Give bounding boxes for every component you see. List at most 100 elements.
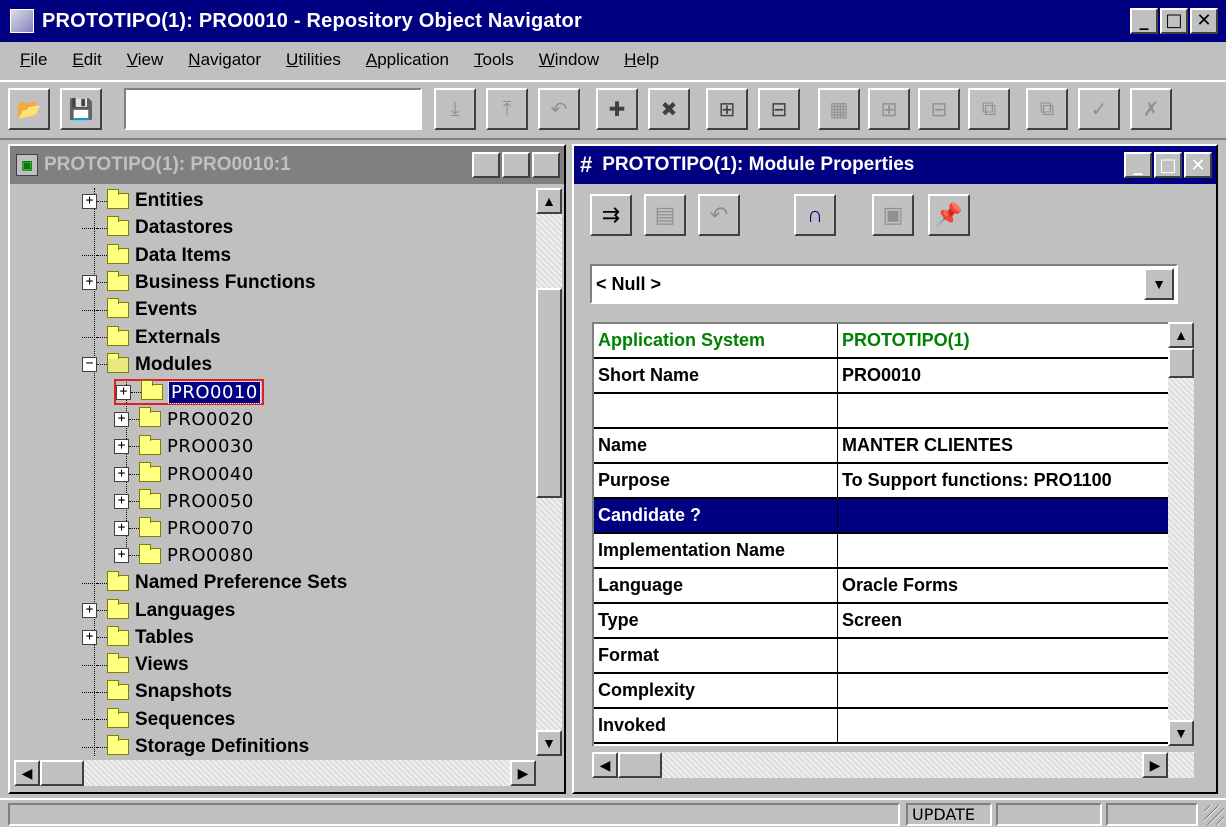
property-value[interactable]: To Support functions: PRO1100 [838,464,1170,497]
scroll-left-button[interactable]: ◀ [14,760,40,786]
navigator-maximize-button[interactable]: □ [502,152,530,178]
expand-all-button[interactable]: ⊞ [868,88,910,130]
properties-requery-button[interactable]: ⇉ [590,194,632,236]
tree-item-snapshots[interactable]: Snapshots [82,679,232,705]
property-row[interactable]: Short Name PRO0010 [594,359,1170,394]
scroll-down-button[interactable]: ▼ [536,730,562,756]
property-row[interactable]: Type Screen [594,604,1170,639]
properties-revert-button[interactable]: ↶ [698,194,740,236]
props-scroll-down-button[interactable]: ▼ [1168,720,1194,746]
scroll-up-button[interactable]: ▲ [536,188,562,214]
menu-help[interactable]: Help [624,50,659,70]
expand-icon[interactable]: + [114,548,129,564]
menu-file[interactable]: File [20,50,47,70]
close-button[interactable]: ✕ [1190,8,1218,34]
tree-item-data-items[interactable]: Data Items [82,243,231,269]
properties-intersect-button[interactable]: ∩ [794,194,836,236]
mark-button[interactable]: ✓ [1078,88,1120,130]
property-row[interactable]: Name MANTER CLIENTES [594,429,1170,464]
navigator-close-button[interactable]: ✕ [532,152,560,178]
navigator-horizontal-scrollbar[interactable]: ◀ ▶ [14,760,536,786]
collapse-icon[interactable]: − [82,357,97,373]
property-value[interactable] [838,499,1170,532]
tree-item-events[interactable]: Events [82,297,197,323]
expand-icon[interactable]: + [114,411,129,427]
property-value[interactable] [838,534,1170,567]
menu-navigator[interactable]: Navigator [188,50,261,70]
delete-button[interactable]: ✖ [648,88,690,130]
properties-save-button[interactable]: ▣ [872,194,914,236]
unmark-button[interactable]: ✗ [1130,88,1172,130]
collapse-all-button[interactable]: ⊟ [918,88,960,130]
properties-close-button[interactable]: ✕ [1184,152,1212,178]
props-scroll-right-button[interactable]: ▶ [1142,752,1168,778]
open-folder-button[interactable]: 📂 [8,88,50,130]
expand-icon[interactable]: + [116,384,131,400]
property-row[interactable]: Format [594,639,1170,674]
properties-pin-button[interactable]: 📌 [928,194,970,236]
menu-tools[interactable]: Tools [474,50,514,70]
navigator-minimize-button[interactable]: _ [472,152,500,178]
properties-minimize-button[interactable]: _ [1124,152,1152,178]
selector-dropdown-button[interactable]: ▼ [1144,268,1174,300]
scroll-thumb[interactable] [536,288,562,498]
expand-icon[interactable]: + [114,466,129,482]
tree-item-pro0030[interactable]: + PRO0030 [114,434,254,460]
navigator-vertical-scrollbar[interactable]: ▲ ▼ [536,188,562,756]
property-row[interactable]: Invoked [594,709,1170,744]
toolbar-search-input[interactable] [124,88,422,130]
property-value[interactable] [838,709,1170,742]
minimize-button[interactable]: _ [1130,8,1158,34]
properties-maximize-button[interactable]: □ [1154,152,1182,178]
props-hscroll-thumb[interactable] [618,752,662,778]
property-row[interactable]: Complexity [594,674,1170,709]
tree-item-business-functions[interactable]: + Business Functions [82,270,316,296]
hscroll-thumb[interactable] [40,760,84,786]
props-scroll-up-button[interactable]: ▲ [1168,322,1194,348]
menu-utilities[interactable]: Utilities [286,50,341,70]
tree-item-pro0080[interactable]: + PRO0080 [114,543,254,569]
maximize-button[interactable]: □ [1160,8,1188,34]
property-value[interactable]: PRO0010 [838,359,1170,392]
property-row[interactable] [594,394,1170,429]
property-value[interactable] [838,394,1170,427]
props-scroll-left-button[interactable]: ◀ [592,752,618,778]
tree-item-storage-definitions[interactable]: Storage Definitions [82,734,309,756]
property-button[interactable]: ⊞ [706,88,748,130]
property-value[interactable]: MANTER CLIENTES [838,429,1170,462]
expand-button[interactable]: ⤓ [434,88,476,130]
property-value[interactable]: Oracle Forms [838,569,1170,602]
tree-item-pro0020[interactable]: + PRO0020 [114,406,254,432]
tree-item-languages[interactable]: + Languages [82,598,235,624]
expand-icon[interactable]: + [82,630,97,646]
menu-application[interactable]: Application [366,50,449,70]
property-value[interactable]: PROTOTIPO(1) [838,324,1170,357]
menu-window[interactable]: Window [539,50,599,70]
tree-item-modules[interactable]: − Modules [82,352,212,378]
resize-grip[interactable] [1204,805,1224,825]
tree-item-views[interactable]: Views [82,652,189,678]
tree-item-pro0040[interactable]: + PRO0040 [114,461,254,487]
properties-vertical-scrollbar[interactable]: ▲ ▼ [1168,322,1194,746]
menu-edit[interactable]: Edit [72,50,101,70]
expand-icon[interactable]: + [114,521,129,537]
create-button[interactable]: ✚ [596,88,638,130]
expand-icon[interactable]: + [114,493,129,509]
property-palette-button[interactable]: ⊟ [758,88,800,130]
scroll-right-button[interactable]: ▶ [510,760,536,786]
tree-item-pro0050[interactable]: + PRO0050 [114,488,254,514]
paste-button[interactable]: ⧉ [1026,88,1068,130]
property-row[interactable]: Candidate ? [594,499,1170,534]
property-row[interactable]: Implementation Name [594,534,1170,569]
tree-item-sequences[interactable]: Sequences [82,707,235,733]
tree-item-pro0010[interactable]: + PRO0010 [114,379,264,406]
expand-icon[interactable]: + [82,603,97,618]
property-value[interactable] [838,639,1170,672]
expand-icon[interactable]: + [114,439,129,455]
tree-item-pro0070[interactable]: + PRO0070 [114,516,254,542]
property-row[interactable]: Purpose To Support functions: PRO1100 [594,464,1170,499]
property-row[interactable]: Language Oracle Forms [594,569,1170,604]
property-selector[interactable]: < Null > ▼ [590,264,1178,304]
tree-item-entities[interactable]: + Entities [82,188,204,214]
undo-button[interactable]: ↶ [538,88,580,130]
